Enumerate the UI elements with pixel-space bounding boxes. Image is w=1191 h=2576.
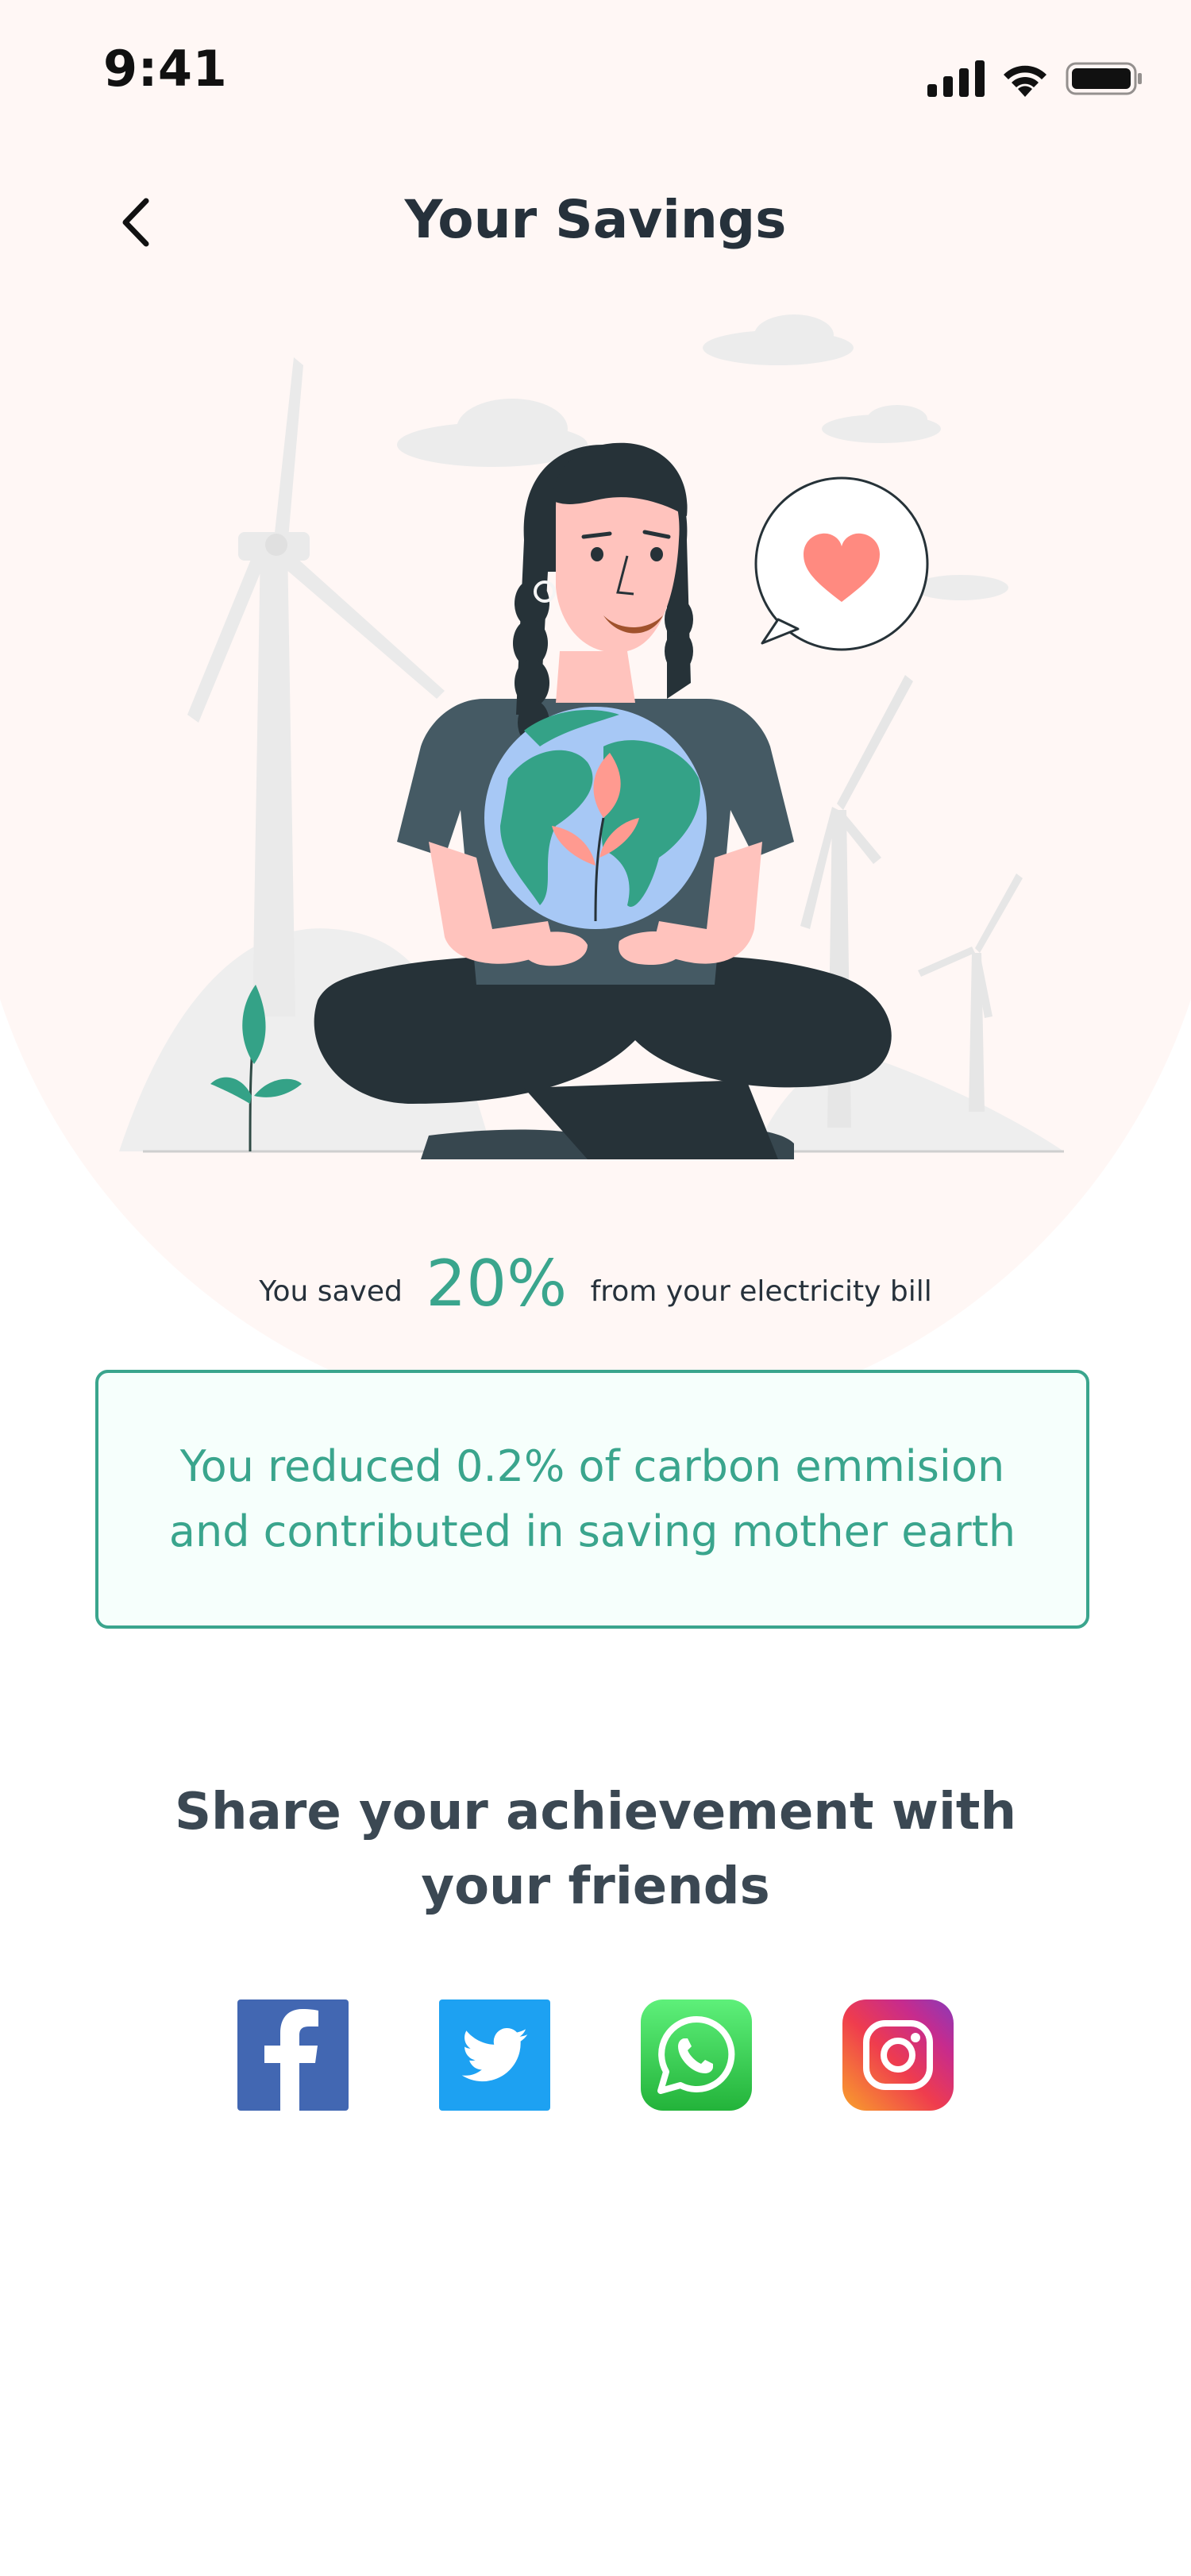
carbon-line-1: You reduced 0.2% of carbon emmision	[179, 1441, 1005, 1491]
savings-prefix: You saved	[259, 1275, 403, 1308]
page-title: Your Savings	[404, 189, 787, 250]
twitter-icon	[461, 2027, 528, 2082]
status-time: 9:41	[103, 40, 228, 98]
status-bar: 9:41	[0, 0, 1191, 143]
share-buttons	[0, 1999, 1191, 2111]
savings-suffix: from your electricity bill	[590, 1275, 932, 1308]
savings-summary: You saved 20% from your electricity bill	[0, 1247, 1191, 1321]
share-title-line-1: Share your achievement with	[174, 1783, 1017, 1841]
status-icons	[927, 49, 1143, 97]
facebook-icon	[264, 2009, 318, 2111]
wifi-icon	[1004, 65, 1046, 97]
twitter-share-button[interactable]	[439, 1999, 550, 2111]
carbon-impact-card: You reduced 0.2% of carbon emmision and …	[95, 1370, 1089, 1629]
savings-percent: 20%	[426, 1247, 568, 1321]
instagram-icon	[863, 2020, 933, 2090]
share-title-line-2: your friends	[421, 1857, 770, 1916]
instagram-share-button[interactable]	[842, 1999, 954, 2111]
nav-header: Your Savings	[0, 159, 1191, 286]
carbon-line-2: and contributed in saving mother earth	[168, 1506, 1016, 1556]
facebook-share-button[interactable]	[237, 1999, 349, 2111]
carbon-impact-text: You reduced 0.2% of carbon emmision and …	[169, 1434, 1016, 1564]
signal-icon	[927, 60, 985, 97]
share-title: Share your achievement with your friends	[159, 1775, 1032, 1924]
eco-woman-globe-illustration	[119, 314, 1064, 1159]
battery-icon	[1066, 62, 1142, 95]
whatsapp-icon	[657, 2015, 735, 2094]
whatsapp-share-button[interactable]	[641, 1999, 752, 2111]
